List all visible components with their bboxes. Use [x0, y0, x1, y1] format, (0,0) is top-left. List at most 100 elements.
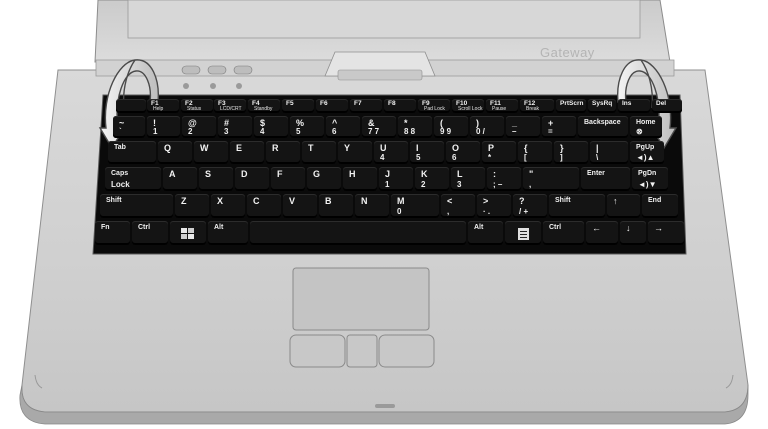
- key-tab[interactable]: Tab: [108, 141, 156, 164]
- key-k[interactable]: K2: [415, 167, 449, 191]
- key-shift[interactable]: Shift: [100, 194, 173, 218]
- key-f9[interactable]: F9 Pad Lock: [418, 99, 450, 113]
- key-spacebar[interactable]: [250, 221, 466, 245]
- key-hash[interactable]: #3: [218, 116, 252, 138]
- key-top-label: F8: [388, 100, 396, 107]
- key-enter[interactable]: Enter: [581, 167, 630, 191]
- key-f8[interactable]: F8: [384, 99, 416, 113]
- key-f5[interactable]: F5: [282, 99, 314, 113]
- key-t[interactable]: T: [302, 141, 336, 164]
- key-bottom-label: ; –: [493, 180, 503, 189]
- key-ins[interactable]: Ins: [618, 99, 650, 113]
- key-sysrq[interactable]: SysRq: [588, 99, 616, 113]
- key-pgup[interactable]: PgUp ◄)▲: [630, 141, 664, 164]
- key-caps[interactable]: Caps Lock: [105, 167, 161, 191]
- key-del[interactable]: Del: [652, 99, 682, 113]
- key-end[interactable]: End: [642, 194, 678, 218]
- key-f1[interactable]: F1 Help: [147, 99, 179, 113]
- key-backspace[interactable]: Backspace: [578, 116, 628, 138]
- key-top-label: Ctrl: [549, 224, 562, 231]
- key-bottom-label: 8 8: [404, 127, 416, 136]
- key-f11[interactable]: F11 Pause: [486, 99, 518, 113]
- key-f4[interactable]: F4 Standby: [248, 99, 280, 113]
- key-f3[interactable]: F3 LCD/CRT: [214, 99, 246, 113]
- key-g[interactable]: G: [307, 167, 341, 191]
- key-percent[interactable]: % 5: [290, 116, 324, 138]
- key-left-arrow[interactable]: ←: [586, 221, 618, 245]
- key-greater-than[interactable]: > · .: [477, 194, 511, 218]
- key-f10[interactable]: F10 Scroll Lock: [452, 99, 484, 113]
- key-top-label: I: [416, 143, 419, 153]
- key-brace-close[interactable]: }]: [554, 141, 588, 164]
- key-paren-open[interactable]: (9 9: [434, 116, 468, 138]
- key-right-arrow[interactable]: →: [648, 221, 684, 245]
- key-p[interactable]: P *: [482, 141, 516, 164]
- key-underscore[interactable]: _ –: [506, 116, 540, 138]
- key-b[interactable]: B: [319, 194, 353, 218]
- key-quote[interactable]: ",: [523, 167, 579, 191]
- key-o[interactable]: O6: [446, 141, 480, 164]
- key-n[interactable]: N: [355, 194, 389, 218]
- key-paren-close[interactable]: ) 0 /: [470, 116, 504, 138]
- key-u[interactable]: U4: [374, 141, 408, 164]
- key-question[interactable]: ? / +: [513, 194, 547, 218]
- key-w[interactable]: W: [194, 141, 228, 164]
- key-j[interactable]: J1: [379, 167, 413, 191]
- key-s[interactable]: S: [199, 167, 233, 191]
- key-f6[interactable]: F6: [316, 99, 348, 113]
- key-exclamation[interactable]: ! 1: [147, 116, 180, 138]
- key-m[interactable]: M0: [391, 194, 439, 218]
- key-shift[interactable]: Shift: [549, 194, 605, 218]
- key-alt[interactable]: Alt: [208, 221, 248, 245]
- key-home[interactable]: Home ⊗: [630, 116, 662, 138]
- key-e[interactable]: E: [230, 141, 264, 164]
- key-h[interactable]: H: [343, 167, 377, 191]
- key-tilde[interactable]: ~ `: [113, 116, 145, 138]
- key-windows[interactable]: [170, 221, 206, 245]
- key-caret[interactable]: ^ 6: [326, 116, 360, 138]
- key-bottom-label: 5: [416, 153, 421, 162]
- key-r[interactable]: R: [266, 141, 300, 164]
- key-prtscrn[interactable]: PrtScrn: [556, 99, 586, 113]
- key-top-label: Alt: [474, 224, 484, 231]
- key-brace-open[interactable]: {[: [518, 141, 552, 164]
- key-v[interactable]: V: [283, 194, 317, 218]
- key-f7[interactable]: F7: [350, 99, 382, 113]
- key-top-label: Y: [344, 143, 351, 153]
- key-top-label: Ctrl: [138, 224, 151, 231]
- key-a[interactable]: A: [163, 167, 197, 191]
- key-dollar[interactable]: $4: [254, 116, 288, 138]
- key-q[interactable]: Q: [158, 141, 192, 164]
- key-f[interactable]: F: [271, 167, 305, 191]
- key-top-label: R: [272, 143, 279, 153]
- key-pipe[interactable]: | \: [590, 141, 628, 164]
- key-f2[interactable]: F2 Status: [181, 99, 213, 113]
- key-plus[interactable]: + =: [542, 116, 576, 138]
- key-down-arrow[interactable]: ↓: [620, 221, 646, 245]
- key-sub-label: Help: [153, 106, 164, 112]
- key-pgdn[interactable]: PgDn ◄)▼: [632, 167, 668, 191]
- key-less-than[interactable]: <,: [441, 194, 475, 218]
- key-z[interactable]: Z: [175, 194, 209, 218]
- key-colon[interactable]: :; –: [487, 167, 521, 191]
- key-i[interactable]: I5: [410, 141, 444, 164]
- key-menu[interactable]: [505, 221, 541, 245]
- key-blank[interactable]: [116, 99, 146, 113]
- key-fn[interactable]: Fn: [95, 221, 130, 245]
- key-top-label: E: [236, 143, 243, 153]
- key-up-arrow[interactable]: ↑: [607, 194, 640, 218]
- key-ctrl[interactable]: Ctrl: [543, 221, 584, 245]
- key-ampersand[interactable]: & 7 7: [362, 116, 396, 138]
- key-top-label: F: [277, 169, 283, 179]
- key-at[interactable]: @2: [182, 116, 216, 138]
- key-x[interactable]: X: [211, 194, 245, 218]
- key-y[interactable]: Y: [338, 141, 372, 164]
- key-ctrl[interactable]: Ctrl: [132, 221, 168, 245]
- key-l[interactable]: L3: [451, 167, 485, 191]
- key-alt[interactable]: Alt: [468, 221, 503, 245]
- key-bottom-label: ,: [447, 207, 450, 216]
- key-c[interactable]: C: [247, 194, 281, 218]
- key-d[interactable]: D: [235, 167, 269, 191]
- key-f12[interactable]: F12 Break: [520, 99, 554, 113]
- key-asterisk[interactable]: * 8 8: [398, 116, 432, 138]
